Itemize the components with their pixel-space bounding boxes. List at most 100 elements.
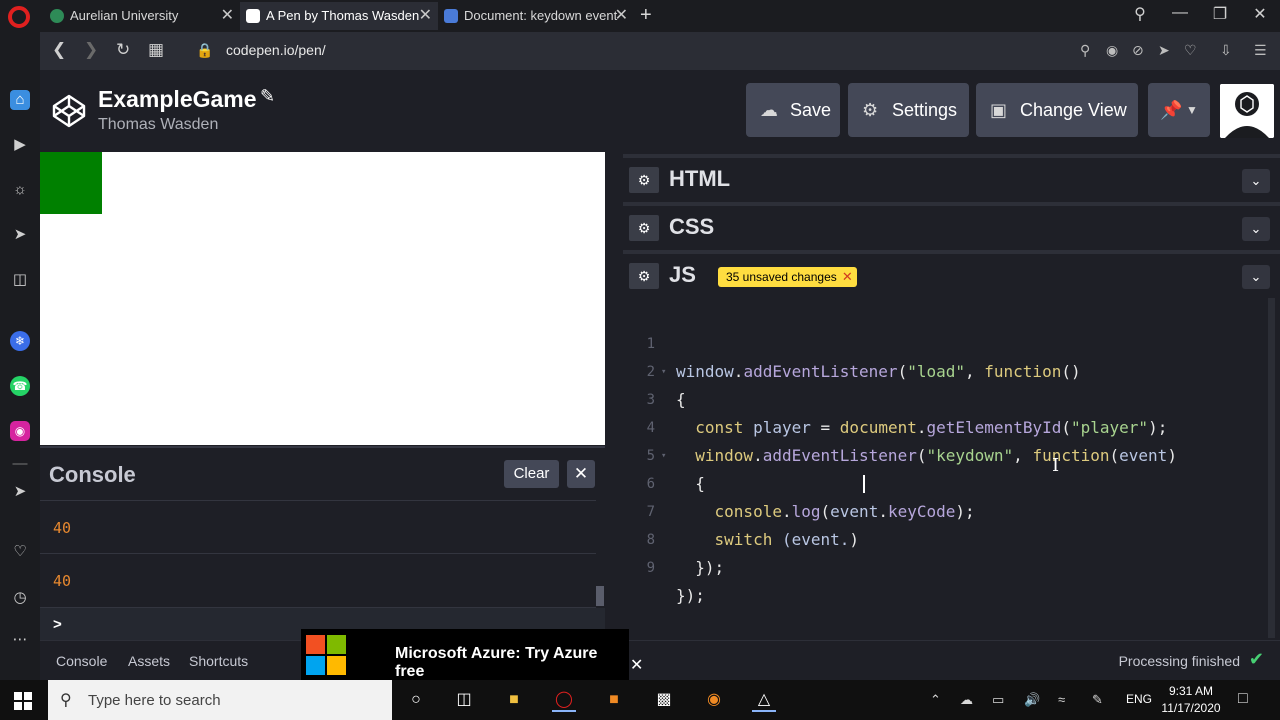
- console-close-button[interactable]: ✕: [567, 460, 595, 488]
- send-icon[interactable]: ➤: [1158, 42, 1170, 59]
- tab-aurelian-university[interactable]: Aurelian University ✕: [44, 2, 240, 30]
- pen-title[interactable]: ExampleGame: [98, 86, 257, 113]
- clear-button[interactable]: Clear: [504, 460, 559, 488]
- forward-icon[interactable]: ❯: [84, 40, 98, 60]
- menu-icon[interactable]: ☰: [1254, 42, 1267, 59]
- settings-button[interactable]: ⚙ Settings: [848, 83, 969, 137]
- editor-resize-handle[interactable]: [605, 152, 623, 640]
- cloud-icon: ☁: [760, 100, 778, 120]
- change-view-button[interactable]: ▣ Change View: [976, 83, 1138, 137]
- microsoft-logo-icon: [306, 635, 346, 675]
- code-line: 3 const player = document.getElementById…: [646, 392, 1168, 437]
- pen-icon[interactable]: ✎: [1092, 692, 1103, 708]
- close-icon[interactable]: ✕: [842, 267, 853, 287]
- html-pane-header[interactable]: ⚙ HTML ⌄: [623, 154, 1280, 200]
- opera-taskbar-icon[interactable]: ◯: [552, 688, 576, 712]
- reload-icon[interactable]: ↻: [116, 40, 130, 60]
- pencil-icon[interactable]: ✎: [260, 86, 275, 107]
- wifi-icon[interactable]: ≈: [1058, 692, 1065, 707]
- cortana-icon[interactable]: ○: [404, 688, 428, 712]
- bottom-tab-console[interactable]: Console: [56, 653, 107, 669]
- console-log-line: 40: [40, 554, 596, 608]
- file-explorer-icon[interactable]: ■: [502, 688, 526, 712]
- blender-icon[interactable]: ◉: [702, 688, 726, 712]
- heart-icon[interactable]: ♡: [1184, 42, 1197, 59]
- console-scrollbar[interactable]: [596, 586, 604, 606]
- js-pane-header[interactable]: ⚙ JS 35 unsaved changes ✕ ⌄: [623, 250, 1280, 296]
- mdn-favicon-icon: [444, 9, 458, 23]
- gear-icon[interactable]: ⚙: [629, 167, 659, 193]
- ad-close-icon[interactable]: ✕: [630, 655, 643, 675]
- minimize-icon[interactable]: —: [1168, 4, 1192, 22]
- save-button[interactable]: ☁ Save: [746, 83, 840, 137]
- tab-close-icon[interactable]: ✕: [615, 2, 628, 30]
- back-icon[interactable]: ❮: [52, 40, 66, 60]
- whatsapp-icon[interactable]: ☎: [10, 376, 30, 396]
- save-label: Save: [790, 100, 832, 120]
- chevron-down-icon[interactable]: ⌄: [1242, 265, 1270, 289]
- search-icon: ⚲: [60, 692, 72, 709]
- gear-icon[interactable]: ⚙: [629, 215, 659, 241]
- more-icon[interactable]: ⋯: [10, 630, 30, 650]
- onedrive-icon[interactable]: ☁: [960, 692, 973, 708]
- avatar[interactable]: [1220, 84, 1274, 138]
- new-tab-button[interactable]: +: [640, 4, 652, 27]
- bottom-tab-shortcuts[interactable]: Shortcuts: [189, 653, 248, 669]
- window-close-icon[interactable]: ✕: [1248, 4, 1272, 24]
- rocket-icon[interactable]: ➤: [10, 225, 30, 245]
- unity-icon[interactable]: △: [752, 688, 776, 712]
- tab-mdn-keydown[interactable]: Document: keydown event ✕: [438, 2, 634, 30]
- code-line: 8 });: [646, 532, 725, 577]
- search-tabs-icon[interactable]: ⚲: [1128, 4, 1152, 24]
- chevron-down-icon[interactable]: ⌄: [1242, 169, 1270, 193]
- windows-start-icon[interactable]: [14, 692, 32, 710]
- instagram-icon[interactable]: ◉: [10, 421, 30, 441]
- adblock-icon[interactable]: ⊘: [1132, 42, 1144, 59]
- clock-date[interactable]: 11/17/2020: [1160, 701, 1222, 715]
- language-indicator[interactable]: ENG: [1126, 692, 1152, 706]
- battery-icon[interactable]: ▭: [992, 692, 1004, 708]
- history-icon[interactable]: ◷: [10, 588, 30, 608]
- player-icon[interactable]: ▶: [10, 135, 30, 155]
- terminal-icon[interactable]: ▩: [652, 688, 676, 712]
- unsaved-changes-badge[interactable]: 35 unsaved changes ✕: [718, 267, 857, 287]
- task-view-icon[interactable]: ◫: [452, 688, 476, 712]
- code-scrollbar[interactable]: [1268, 298, 1275, 638]
- clock-time[interactable]: 9:31 AM: [1160, 684, 1222, 698]
- flow-icon[interactable]: ➤: [10, 482, 30, 502]
- bottom-tab-assets[interactable]: Assets: [128, 653, 170, 669]
- favorites-icon[interactable]: ♡: [10, 542, 30, 562]
- gear-icon[interactable]: ⚙: [629, 263, 659, 289]
- tab-close-icon[interactable]: ✕: [221, 2, 234, 30]
- download-icon[interactable]: ⇩: [1220, 42, 1232, 59]
- notifications-icon[interactable]: □: [1238, 690, 1248, 708]
- ad-banner[interactable]: Microsoft Azure: Try Azure free: [301, 629, 629, 681]
- crypto-wallet-icon[interactable]: ☼: [10, 180, 30, 200]
- tab-codepen[interactable]: A Pen by Thomas Wasden ✕: [240, 2, 438, 30]
- url-text[interactable]: codepen.io/pen/: [226, 42, 326, 58]
- speed-dial-icon[interactable]: ▦: [148, 40, 164, 60]
- css-pane-title: CSS: [669, 214, 715, 239]
- pin-menu-button[interactable]: 📌 ▼: [1148, 83, 1210, 137]
- opera-logo-icon[interactable]: [8, 6, 30, 28]
- home-icon[interactable]: ⌂: [10, 90, 30, 110]
- tab-close-icon[interactable]: ✕: [419, 2, 432, 30]
- volume-icon[interactable]: 🔊: [1024, 692, 1040, 708]
- find-icon[interactable]: ⚲: [1080, 42, 1090, 59]
- log-value: 40: [53, 519, 72, 537]
- pen-author[interactable]: Thomas Wasden: [98, 116, 218, 134]
- tray-expand-icon[interactable]: ⌃: [930, 692, 941, 708]
- sublime-icon[interactable]: ■: [602, 688, 626, 712]
- restore-icon[interactable]: ❐: [1208, 4, 1232, 24]
- codepen-logo-icon[interactable]: [50, 92, 88, 130]
- globe-favicon-icon: [50, 9, 64, 23]
- chevron-down-icon[interactable]: ⌄: [1242, 217, 1270, 241]
- js-code-editor[interactable]: 1 window.addEventListener("load", functi…: [623, 298, 1280, 640]
- css-pane-header[interactable]: ⚙ CSS ⌄: [623, 202, 1280, 248]
- book-icon[interactable]: ◫: [10, 270, 30, 290]
- taskbar-search-input[interactable]: ⚲ Type here to search: [48, 680, 392, 720]
- camera-icon[interactable]: ◉: [1106, 42, 1118, 59]
- messenger-icon[interactable]: ❄: [10, 331, 30, 351]
- preview-frame[interactable]: [40, 152, 605, 445]
- console-panel: Console Clear ✕ 40 40 >: [40, 446, 605, 642]
